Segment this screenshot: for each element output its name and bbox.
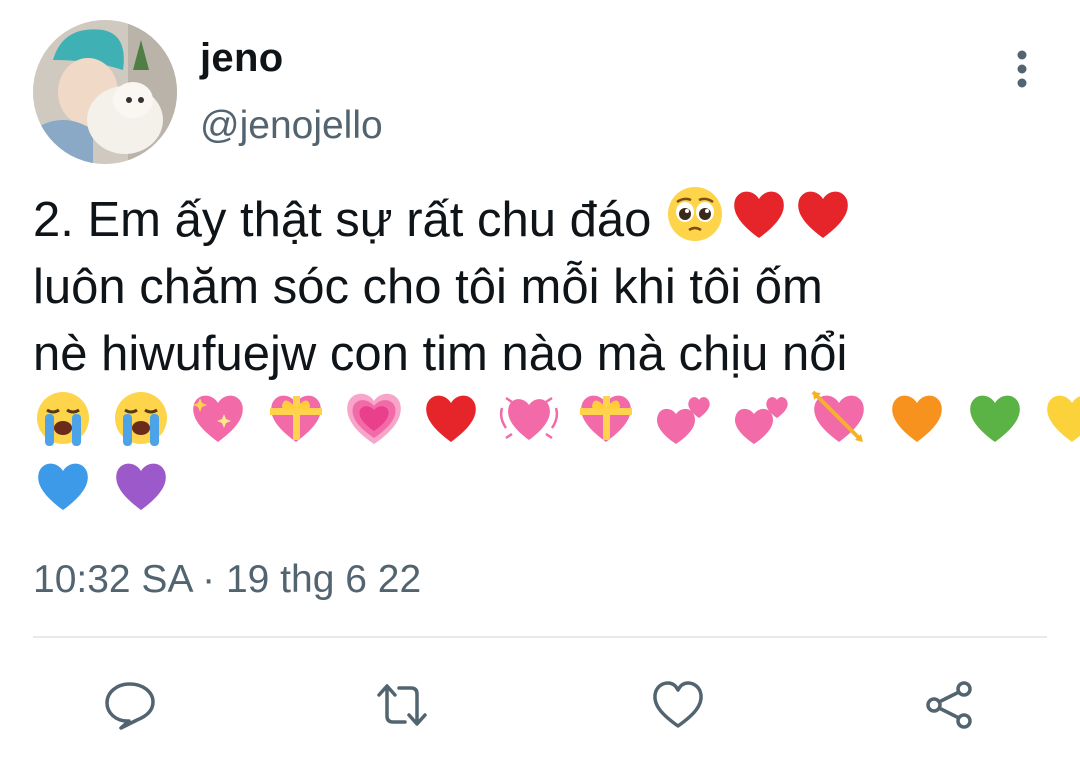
share-button[interactable]: [922, 680, 976, 730]
green-heart-icon: [965, 388, 1025, 448]
two-hearts-icon: [732, 388, 792, 448]
tweet-line-2: luôn chăm sóc cho tôi mỗi khi tôi ốm: [33, 260, 823, 314]
tweet-line-3: nè hiwufuejw con tim nào mà chịu nổi: [33, 327, 848, 381]
reply-button[interactable]: [103, 680, 157, 730]
divider: [33, 636, 1047, 638]
tweet-line-1-text: 2. Em ấy thật sự rất chu đáo: [33, 193, 652, 247]
share-icon: [926, 681, 972, 729]
user-handle[interactable]: @jenojello: [200, 104, 383, 148]
retweet-icon: [377, 684, 427, 726]
tweet-detail: jeno @jenojello 2. Em ấy thật sự rất chu…: [0, 0, 1080, 770]
reply-icon: [105, 682, 155, 730]
loudly-crying-face-icon: [111, 388, 171, 448]
two-hearts-icon: [654, 388, 714, 448]
like-button[interactable]: [651, 680, 705, 730]
pleading-face-icon: [665, 184, 725, 244]
more-options-icon[interactable]: [1005, 48, 1039, 92]
beating-heart-icon: [499, 388, 559, 448]
red-heart-icon: [421, 388, 481, 448]
red-heart-icon: [793, 184, 853, 244]
heart-with-arrow-icon: [809, 388, 869, 448]
like-icon: [653, 681, 703, 728]
sparkling-heart-icon: [188, 388, 248, 448]
red-heart-icon: [729, 184, 789, 244]
display-name[interactable]: jeno: [200, 36, 283, 81]
tweet-line-1: 2. Em ấy thật sự rất chu đáo: [33, 184, 1033, 254]
orange-heart-icon: [887, 388, 947, 448]
growing-heart-icon: [344, 388, 404, 448]
tweet-timestamp[interactable]: 10:32 SA · 19 thg 6 22: [33, 558, 421, 602]
loudly-crying-face-icon: [33, 388, 93, 448]
retweet-button[interactable]: [375, 680, 429, 730]
yellow-heart-icon: [1042, 388, 1080, 448]
avatar[interactable]: [33, 20, 177, 164]
tweet-text: 2. Em ấy thật sự rất chu đáo luôn chăm s…: [33, 184, 1080, 524]
purple-heart-icon: [111, 456, 171, 516]
heart-with-ribbon-icon: [576, 388, 636, 448]
emoji-row-2: [33, 456, 1033, 524]
heart-with-ribbon-icon: [266, 388, 326, 448]
emoji-row-1: [33, 388, 1080, 456]
blue-heart-icon: [33, 456, 93, 516]
